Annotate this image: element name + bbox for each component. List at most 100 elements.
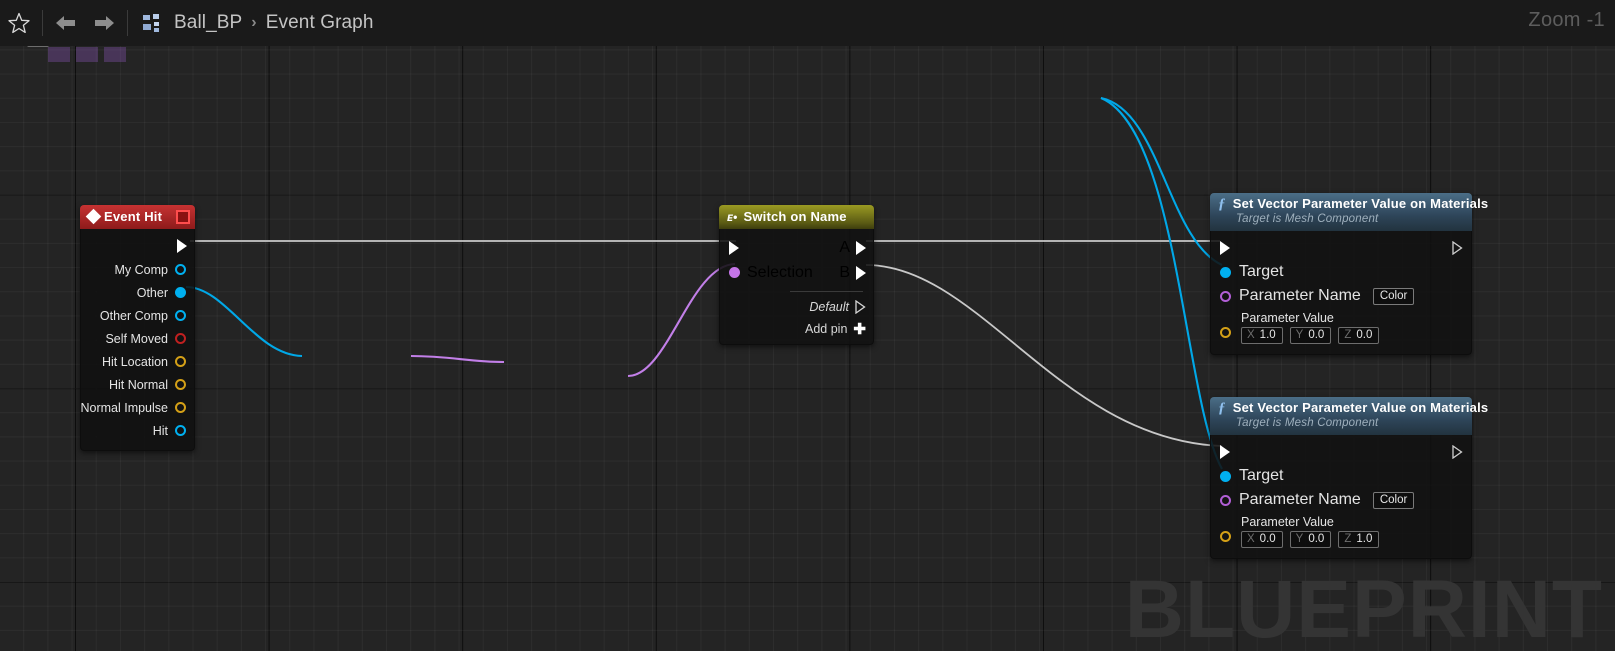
switch-out-b[interactable]: B [839, 264, 873, 282]
exec-pin-icon[interactable] [1220, 445, 1230, 460]
function-fx-icon: ƒ [1218, 196, 1226, 212]
node-svp-1-header[interactable]: ƒ Set Vector Parameter Value on Material… [1210, 193, 1488, 232]
svp-2-parameter-name-input[interactable]: Color [1372, 491, 1415, 509]
node-svp-1-body: Target Parameter Name Color Parameter Va… [1210, 231, 1472, 356]
breadcrumb-root[interactable]: Ball_BP [174, 12, 242, 34]
zoom-level-label: Zoom -1 [1528, 9, 1605, 31]
exec-pin-icon[interactable] [177, 239, 187, 253]
svp-2-vector-y[interactable]: Y 0.0 [1289, 531, 1332, 549]
pin-row-normal-impulse[interactable]: Normal Impulse [80, 396, 194, 419]
delegate-pin-icon[interactable] [176, 209, 190, 224]
pin-row-my-comp[interactable]: My Comp [81, 258, 194, 281]
object-pin-icon[interactable] [1220, 266, 1231, 278]
axis-label-y: Y [1295, 329, 1304, 342]
axis-label-x: X [1247, 329, 1255, 342]
svp-1-vector-z-value[interactable]: 0.0 [1356, 329, 1372, 341]
object-pin-icon[interactable] [175, 310, 186, 321]
exec-pin-icon[interactable] [1220, 241, 1230, 256]
node-set-vector-parameter-2[interactable]: ƒ Set Vector Parameter Value on Material… [1210, 397, 1488, 560]
name-pin-icon[interactable] [1220, 290, 1231, 302]
pin-row-other[interactable]: Other [81, 281, 194, 304]
pin-row-hit[interactable]: Hit [81, 419, 194, 442]
exec-pin-icon[interactable] [856, 265, 866, 280]
plus-icon[interactable]: ✚ [853, 322, 866, 337]
node-switch-body: A Selection B Default Add pin ✚ [719, 229, 874, 345]
svp-1-exec-row [1211, 236, 1471, 260]
vector-pin-icon[interactable] [175, 402, 186, 413]
node-event-hit[interactable]: Event Hit My Comp Other Other Comp Self … [80, 205, 195, 451]
vector-pin-icon[interactable] [175, 356, 186, 367]
pin-row-exec-out[interactable] [81, 234, 194, 258]
svp-1-vector-z[interactable]: Z 0.0 [1338, 327, 1380, 345]
node-switch-title: Switch on Name [743, 209, 847, 224]
node-svp-2-header[interactable]: ƒ Set Vector Parameter Value on Material… [1210, 397, 1488, 436]
node-event-hit-header[interactable]: Event Hit [80, 205, 195, 229]
toolbar-divider [42, 10, 43, 36]
exec-pin-outline-icon[interactable] [1452, 445, 1463, 460]
node-switch-header[interactable]: ᴇ• Switch on Name [719, 205, 874, 229]
svp-2-vector-z-value[interactable]: 1.0 [1356, 533, 1372, 545]
svp-2-target-row[interactable]: Target [1211, 464, 1471, 488]
switch-exec-in[interactable] [720, 240, 839, 255]
svp-2-vector-z[interactable]: Z 1.0 [1338, 531, 1380, 549]
svp-2-parameter-name-label: Parameter Name [1239, 491, 1361, 509]
svp-1-vector-x-value[interactable]: 1.0 [1260, 329, 1276, 341]
switch-selection-label: Selection [747, 263, 813, 281]
svp-2-parameter-value-block: Parameter Value X 0.0 Y 0.0 Z 1.0 [1211, 515, 1471, 549]
pin-label-other-comp: Other Comp [99, 308, 168, 323]
pin-row-hit-normal[interactable]: Hit Normal [81, 373, 194, 396]
exec-pin-icon[interactable] [856, 240, 866, 255]
object-pin-icon[interactable] [175, 264, 186, 275]
favorite-button[interactable] [0, 0, 38, 46]
svp-1-vector-x[interactable]: X 1.0 [1241, 327, 1283, 345]
blueprint-watermark: BLUEPRINT [1124, 564, 1603, 651]
node-switch-on-name[interactable]: ᴇ• Switch on Name A Selection B Default … [719, 205, 874, 345]
axis-label-x: X [1247, 533, 1255, 546]
svp-2-parameter-name-row[interactable]: Parameter Name Color [1211, 488, 1471, 512]
svp-1-vector-y-value[interactable]: 0.0 [1308, 329, 1324, 341]
get-node-decoration [48, 5, 126, 62]
svp-2-vector-x[interactable]: X 0.0 [1241, 531, 1283, 549]
pin-label-hit-normal: Hit Normal [108, 377, 168, 392]
struct-pin-icon[interactable] [175, 425, 186, 436]
switch-selection-in[interactable]: Selection [720, 264, 839, 282]
object-pin-icon[interactable] [175, 287, 186, 298]
exec-pin-outline-icon[interactable] [855, 300, 866, 314]
svp-2-parameter-value-label: Parameter Value [1241, 515, 1334, 530]
axis-label-z: Z [1344, 329, 1352, 342]
switch-add-pin-row[interactable]: Add pin ✚ [720, 318, 873, 340]
node-set-vector-parameter-1[interactable]: ƒ Set Vector Parameter Value on Material… [1210, 193, 1488, 356]
pin-row-other-comp[interactable]: Other Comp [81, 304, 194, 327]
exec-pin-outline-icon[interactable] [1452, 241, 1463, 256]
svp-2-vector-inputs: X 0.0 Y 0.0 Z 1.0 [1220, 531, 1471, 549]
node-svp-2-subtitle: Target is Mesh Component [1236, 417, 1379, 429]
svp-2-target-label: Target [1239, 467, 1284, 485]
breadcrumb-current[interactable]: Event Graph [266, 12, 374, 34]
switch-default-label: Default [809, 300, 849, 314]
breadcrumb: Ball_BP › Event Graph [174, 12, 374, 34]
svp-1-parameter-name-input[interactable]: Color [1372, 287, 1415, 305]
pin-row-hit-location[interactable]: Hit Location [81, 350, 194, 373]
navigate-forward-button[interactable] [85, 0, 123, 46]
navigate-back-button[interactable] [47, 0, 85, 46]
svp-1-parameter-value-block: Parameter Value X 1.0 Y 0.0 Z 0.0 [1211, 311, 1471, 345]
pin-row-self-moved[interactable]: Self Moved [81, 327, 194, 350]
boolean-pin-icon[interactable] [175, 333, 186, 344]
svp-1-parameter-name-row[interactable]: Parameter Name Color [1211, 284, 1471, 308]
node-svp-2-title: Set Vector Parameter Value on Materials [1232, 400, 1489, 416]
switch-out-a[interactable]: A [839, 239, 873, 257]
svp-2-vector-x-value[interactable]: 0.0 [1260, 533, 1276, 545]
graph-toolbar: Ball_BP › Event Graph Zoom -1 [0, 0, 1615, 46]
object-pin-icon[interactable] [1220, 470, 1231, 482]
svp-2-vector-y-value[interactable]: 0.0 [1308, 533, 1324, 545]
switch-default-row[interactable]: Default [720, 296, 873, 318]
name-pin-icon[interactable] [729, 267, 740, 278]
exec-pin-icon[interactable] [729, 240, 739, 255]
svp-1-vector-y[interactable]: Y 0.0 [1289, 327, 1332, 345]
svp-1-target-row[interactable]: Target [1211, 260, 1471, 284]
name-pin-icon[interactable] [1220, 494, 1231, 506]
switch-out-a-label: A [839, 238, 850, 256]
svp-1-target-label: Target [1239, 263, 1284, 281]
vector-pin-icon[interactable] [175, 379, 186, 390]
node-svp-2-body: Target Parameter Name Color Parameter Va… [1210, 435, 1472, 560]
